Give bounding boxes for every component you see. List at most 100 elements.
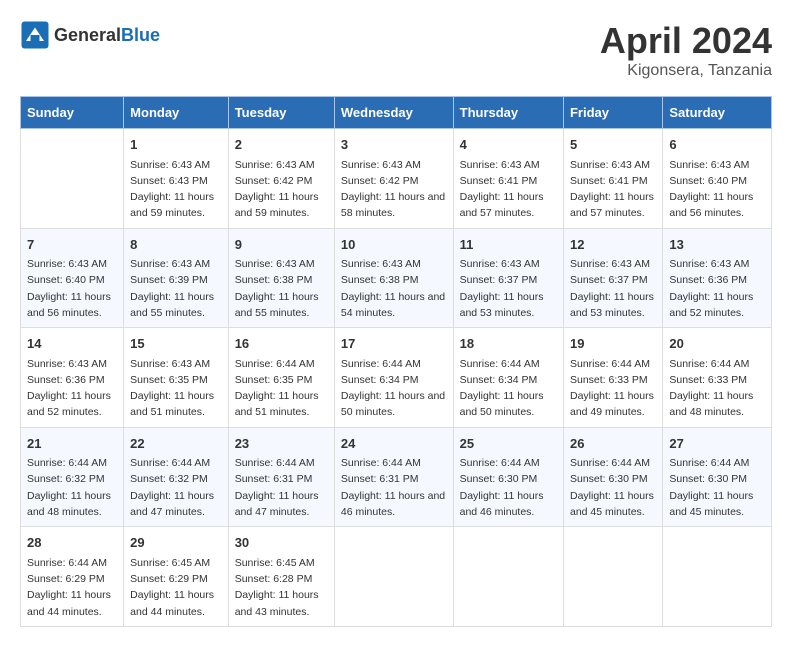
weekday-header: Friday [563,97,662,129]
day-number: 19 [570,334,656,354]
calendar-cell: 29Sunrise: 6:45 AMSunset: 6:29 PMDayligh… [124,527,229,627]
day-number: 8 [130,235,222,255]
cell-info: Sunrise: 6:44 AMSunset: 6:34 PMDaylight:… [460,356,557,421]
calendar-week-row: 21Sunrise: 6:44 AMSunset: 6:32 PMDayligh… [21,427,772,527]
logo-blue-text: Blue [121,25,160,45]
calendar-week-row: 28Sunrise: 6:44 AMSunset: 6:29 PMDayligh… [21,527,772,627]
title-block: April 2024 Kigonsera, Tanzania [600,20,772,80]
calendar-cell: 21Sunrise: 6:44 AMSunset: 6:32 PMDayligh… [21,427,124,527]
day-number: 15 [130,334,222,354]
weekday-header: Sunday [21,97,124,129]
cell-info: Sunrise: 6:43 AMSunset: 6:36 PMDaylight:… [27,356,117,421]
day-number: 13 [669,235,765,255]
cell-info: Sunrise: 6:43 AMSunset: 6:41 PMDaylight:… [570,157,656,222]
day-number: 18 [460,334,557,354]
day-number: 28 [27,533,117,553]
calendar-cell: 5Sunrise: 6:43 AMSunset: 6:41 PMDaylight… [563,129,662,229]
calendar-cell: 20Sunrise: 6:44 AMSunset: 6:33 PMDayligh… [663,328,772,428]
logo: GeneralBlue [20,20,160,50]
calendar-cell: 23Sunrise: 6:44 AMSunset: 6:31 PMDayligh… [228,427,334,527]
weekday-header: Monday [124,97,229,129]
calendar-week-row: 7Sunrise: 6:43 AMSunset: 6:40 PMDaylight… [21,228,772,328]
calendar-cell: 30Sunrise: 6:45 AMSunset: 6:28 PMDayligh… [228,527,334,627]
cell-info: Sunrise: 6:43 AMSunset: 6:41 PMDaylight:… [460,157,557,222]
day-number: 11 [460,235,557,255]
cell-info: Sunrise: 6:44 AMSunset: 6:35 PMDaylight:… [235,356,328,421]
calendar-cell: 12Sunrise: 6:43 AMSunset: 6:37 PMDayligh… [563,228,662,328]
cell-info: Sunrise: 6:43 AMSunset: 6:39 PMDaylight:… [130,256,222,321]
calendar-cell: 27Sunrise: 6:44 AMSunset: 6:30 PMDayligh… [663,427,772,527]
calendar-cell: 3Sunrise: 6:43 AMSunset: 6:42 PMDaylight… [334,129,453,229]
calendar-cell: 19Sunrise: 6:44 AMSunset: 6:33 PMDayligh… [563,328,662,428]
cell-info: Sunrise: 6:44 AMSunset: 6:34 PMDaylight:… [341,356,447,421]
day-number: 29 [130,533,222,553]
calendar-cell: 2Sunrise: 6:43 AMSunset: 6:42 PMDaylight… [228,129,334,229]
weekday-header: Wednesday [334,97,453,129]
cell-info: Sunrise: 6:44 AMSunset: 6:32 PMDaylight:… [130,455,222,520]
calendar-cell: 10Sunrise: 6:43 AMSunset: 6:38 PMDayligh… [334,228,453,328]
cell-info: Sunrise: 6:44 AMSunset: 6:32 PMDaylight:… [27,455,117,520]
cell-info: Sunrise: 6:44 AMSunset: 6:30 PMDaylight:… [460,455,557,520]
day-number: 7 [27,235,117,255]
cell-info: Sunrise: 6:43 AMSunset: 6:36 PMDaylight:… [669,256,765,321]
logo-general-text: General [54,25,121,45]
calendar-cell [21,129,124,229]
day-number: 9 [235,235,328,255]
calendar-week-row: 14Sunrise: 6:43 AMSunset: 6:36 PMDayligh… [21,328,772,428]
calendar-cell: 4Sunrise: 6:43 AMSunset: 6:41 PMDaylight… [453,129,563,229]
cell-info: Sunrise: 6:44 AMSunset: 6:30 PMDaylight:… [669,455,765,520]
cell-info: Sunrise: 6:43 AMSunset: 6:38 PMDaylight:… [235,256,328,321]
calendar-cell: 11Sunrise: 6:43 AMSunset: 6:37 PMDayligh… [453,228,563,328]
day-number: 25 [460,434,557,454]
cell-info: Sunrise: 6:43 AMSunset: 6:40 PMDaylight:… [669,157,765,222]
day-number: 5 [570,135,656,155]
page-title: April 2024 [600,20,772,62]
cell-info: Sunrise: 6:44 AMSunset: 6:29 PMDaylight:… [27,555,117,620]
calendar-week-row: 1Sunrise: 6:43 AMSunset: 6:43 PMDaylight… [21,129,772,229]
calendar-cell [563,527,662,627]
calendar-cell: 7Sunrise: 6:43 AMSunset: 6:40 PMDaylight… [21,228,124,328]
cell-info: Sunrise: 6:43 AMSunset: 6:42 PMDaylight:… [341,157,447,222]
day-number: 1 [130,135,222,155]
day-number: 21 [27,434,117,454]
calendar-cell: 9Sunrise: 6:43 AMSunset: 6:38 PMDaylight… [228,228,334,328]
cell-info: Sunrise: 6:43 AMSunset: 6:42 PMDaylight:… [235,157,328,222]
cell-info: Sunrise: 6:43 AMSunset: 6:43 PMDaylight:… [130,157,222,222]
calendar-cell: 16Sunrise: 6:44 AMSunset: 6:35 PMDayligh… [228,328,334,428]
calendar-cell: 15Sunrise: 6:43 AMSunset: 6:35 PMDayligh… [124,328,229,428]
day-number: 2 [235,135,328,155]
calendar-cell: 14Sunrise: 6:43 AMSunset: 6:36 PMDayligh… [21,328,124,428]
weekday-header: Tuesday [228,97,334,129]
cell-info: Sunrise: 6:45 AMSunset: 6:28 PMDaylight:… [235,555,328,620]
day-number: 20 [669,334,765,354]
calendar-cell: 18Sunrise: 6:44 AMSunset: 6:34 PMDayligh… [453,328,563,428]
calendar-cell: 26Sunrise: 6:44 AMSunset: 6:30 PMDayligh… [563,427,662,527]
day-number: 27 [669,434,765,454]
calendar-header-row: SundayMondayTuesdayWednesdayThursdayFrid… [21,97,772,129]
calendar-cell: 6Sunrise: 6:43 AMSunset: 6:40 PMDaylight… [663,129,772,229]
page-header: GeneralBlue April 2024 Kigonsera, Tanzan… [20,20,772,80]
calendar-cell: 28Sunrise: 6:44 AMSunset: 6:29 PMDayligh… [21,527,124,627]
day-number: 16 [235,334,328,354]
cell-info: Sunrise: 6:43 AMSunset: 6:40 PMDaylight:… [27,256,117,321]
day-number: 22 [130,434,222,454]
day-number: 6 [669,135,765,155]
calendar-cell [453,527,563,627]
weekday-header: Thursday [453,97,563,129]
calendar-cell: 1Sunrise: 6:43 AMSunset: 6:43 PMDaylight… [124,129,229,229]
logo-icon [20,20,50,50]
calendar-cell: 8Sunrise: 6:43 AMSunset: 6:39 PMDaylight… [124,228,229,328]
cell-info: Sunrise: 6:44 AMSunset: 6:30 PMDaylight:… [570,455,656,520]
calendar-cell [663,527,772,627]
day-number: 30 [235,533,328,553]
cell-info: Sunrise: 6:43 AMSunset: 6:37 PMDaylight:… [460,256,557,321]
day-number: 24 [341,434,447,454]
page-subtitle: Kigonsera, Tanzania [600,62,772,80]
day-number: 26 [570,434,656,454]
calendar-cell: 22Sunrise: 6:44 AMSunset: 6:32 PMDayligh… [124,427,229,527]
day-number: 12 [570,235,656,255]
cell-info: Sunrise: 6:45 AMSunset: 6:29 PMDaylight:… [130,555,222,620]
cell-info: Sunrise: 6:43 AMSunset: 6:35 PMDaylight:… [130,356,222,421]
calendar-cell: 25Sunrise: 6:44 AMSunset: 6:30 PMDayligh… [453,427,563,527]
day-number: 10 [341,235,447,255]
